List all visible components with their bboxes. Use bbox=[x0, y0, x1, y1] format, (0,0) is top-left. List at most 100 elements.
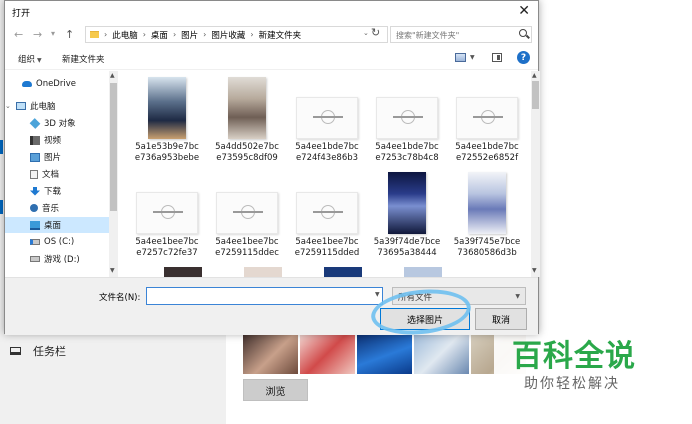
documents-icon bbox=[30, 169, 38, 179]
file-item[interactable] bbox=[225, 267, 301, 277]
sidebar-item-onedrive[interactable]: OneDrive bbox=[5, 76, 113, 92]
image-thumbnail bbox=[324, 267, 362, 277]
scrollbar-thumb[interactable] bbox=[110, 83, 117, 211]
chevron-down-icon: ▼ bbox=[37, 57, 42, 64]
file-name: 5a4ee1bde7bc e724f43e86b3 bbox=[295, 142, 359, 163]
file-item[interactable]: 5a4ee1bee7bc e7259115ddec bbox=[209, 192, 285, 259]
scroll-up-icon[interactable]: ▲ bbox=[110, 72, 115, 79]
back-arrow-icon[interactable]: ← bbox=[14, 28, 23, 41]
watermark-title: 百科全说 bbox=[512, 339, 636, 374]
file-name: 5a1e53b9e7bc e736a953bebe bbox=[134, 142, 200, 163]
file-item[interactable]: 5a1e53b9e7bc e736a953bebe bbox=[129, 77, 205, 164]
file-item[interactable]: 5a39f745e7bce 73680586d3b bbox=[449, 172, 525, 259]
cancel-button[interactable]: 取消 bbox=[475, 308, 527, 330]
file-item[interactable]: 5a4ee1bee7bc e7257c72fe37 bbox=[129, 192, 205, 259]
breadcrumb-item[interactable]: 桌面 bbox=[151, 29, 168, 41]
recent-image-thumbnail[interactable] bbox=[414, 332, 469, 374]
file-list-scrollbar[interactable]: ▲ ▼ bbox=[531, 71, 540, 277]
sidebar-item-3d-objects[interactable]: 3D 对象 bbox=[5, 115, 113, 131]
file-item[interactable]: 5a4ee1bde7bc e724f43e86b3 bbox=[289, 97, 365, 164]
desktop-icon bbox=[30, 220, 40, 230]
3d-objects-icon bbox=[29, 117, 41, 129]
file-name: 5a4ee1bde7bc e7253c78b4c8 bbox=[375, 142, 439, 163]
sidebar-item-drive-d[interactable]: 游戏 (D:) bbox=[5, 251, 113, 267]
image-thumbnail bbox=[148, 77, 186, 139]
sidebar-scrollbar[interactable]: ▲ ▼ bbox=[109, 71, 118, 277]
image-thumbnail bbox=[468, 172, 506, 234]
taskbar-icon bbox=[10, 347, 21, 355]
recent-images-row bbox=[243, 332, 526, 374]
breadcrumb-item[interactable]: 新建文件夹 bbox=[259, 29, 302, 41]
scrollbar-thumb[interactable] bbox=[532, 81, 539, 109]
browse-button[interactable]: 浏览 bbox=[243, 379, 308, 401]
view-mode-icon[interactable] bbox=[455, 53, 466, 62]
sidebar-item-this-pc[interactable]: ⌄ 此电脑 bbox=[5, 98, 113, 114]
file-item[interactable]: 5a4ee1bde7bc e72552e6852f bbox=[449, 97, 525, 164]
file-item[interactable]: 5a39f74de7bce 73695a38444 bbox=[369, 172, 445, 259]
file-item[interactable]: 5a4ee1bde7bc e7253c78b4c8 bbox=[369, 97, 445, 164]
file-item[interactable] bbox=[145, 267, 221, 277]
file-name: 5a4ee1bee7bc e7259115dded bbox=[294, 237, 360, 258]
up-arrow-icon[interactable]: ↑ bbox=[65, 28, 74, 41]
organize-menu[interactable]: 组织 ▼ bbox=[18, 53, 42, 65]
drive-icon bbox=[30, 239, 40, 245]
preview-pane-icon[interactable] bbox=[492, 53, 502, 62]
image-thumbnail bbox=[404, 267, 442, 277]
sidebar-item-downloads[interactable]: 下载 bbox=[5, 183, 113, 199]
sidebar-item-music[interactable]: 音乐 bbox=[5, 200, 113, 216]
forward-arrow-icon[interactable]: → bbox=[33, 28, 42, 41]
image-thumbnail bbox=[296, 192, 358, 234]
help-icon[interactable]: ? bbox=[517, 51, 530, 64]
chevron-down-icon: ▼ bbox=[515, 293, 520, 300]
sidebar-item-videos[interactable]: 视频 bbox=[5, 132, 113, 148]
refresh-icon[interactable]: ↻ bbox=[371, 26, 380, 39]
view-dropdown-icon[interactable]: ▼ bbox=[470, 54, 475, 61]
search-icon bbox=[519, 29, 527, 37]
file-name: 5a4ee1bee7bc e7257c72fe37 bbox=[135, 237, 199, 258]
nav-item-label: 任务栏 bbox=[33, 345, 66, 358]
recent-locations-dropdown-icon[interactable]: ▾ bbox=[51, 29, 55, 38]
recent-image-thumbnail[interactable] bbox=[357, 332, 412, 374]
file-item[interactable] bbox=[305, 267, 381, 277]
image-thumbnail bbox=[456, 97, 518, 139]
sidebar-item-drive-c[interactable]: OS (C:) bbox=[5, 234, 113, 250]
scroll-down-icon[interactable]: ▼ bbox=[532, 267, 537, 274]
navigation-pane: OneDrive ⌄ 此电脑 3D 对象 视频 图片 文档 下载 音乐 桌面 O… bbox=[5, 71, 113, 277]
close-icon[interactable]: ✕ bbox=[518, 3, 530, 19]
recent-image-thumbnail[interactable] bbox=[243, 332, 298, 374]
open-file-dialog: 打开 ✕ ← → ▾ ↑ › 此电脑 › 桌面 › 图片 › 图片收藏 › 新建… bbox=[4, 0, 540, 335]
breadcrumb-item[interactable]: 图片 bbox=[181, 29, 198, 41]
pictures-icon bbox=[30, 152, 40, 162]
image-thumbnail bbox=[376, 97, 438, 139]
image-thumbnail bbox=[228, 77, 266, 139]
onedrive-icon bbox=[22, 81, 32, 87]
image-thumbnail bbox=[164, 267, 202, 277]
breadcrumb-item[interactable]: 图片收藏 bbox=[211, 29, 245, 41]
file-item[interactable] bbox=[385, 267, 461, 277]
music-icon bbox=[30, 204, 38, 212]
new-folder-button[interactable]: 新建文件夹 bbox=[62, 53, 105, 65]
scroll-down-icon[interactable]: ▼ bbox=[110, 267, 115, 274]
sidebar-item-pictures[interactable]: 图片 bbox=[5, 149, 113, 165]
address-dropdown-icon[interactable]: ⌄ bbox=[363, 29, 369, 37]
file-item[interactable]: 5a4ee1bee7bc e7259115dded bbox=[289, 192, 365, 259]
filename-input[interactable] bbox=[146, 287, 383, 305]
chevron-down-icon[interactable]: ▼ bbox=[375, 291, 380, 298]
scroll-up-icon[interactable]: ▲ bbox=[532, 72, 537, 79]
image-thumbnail bbox=[216, 192, 278, 234]
dialog-title: 打开 bbox=[12, 9, 31, 19]
recent-image-thumbnail[interactable] bbox=[300, 332, 355, 374]
search-placeholder: 搜索"新建文件夹" bbox=[396, 31, 460, 40]
sidebar-item-documents[interactable]: 文档 bbox=[5, 166, 113, 182]
nav-item-taskbar[interactable]: 任务栏 bbox=[10, 343, 66, 359]
sidebar-item-desktop[interactable]: 桌面 bbox=[5, 217, 113, 233]
address-bar[interactable]: › 此电脑 › 桌面 › 图片 › 图片收藏 › 新建文件夹 bbox=[85, 26, 388, 43]
watermark-subtitle: 助你轻松解决 bbox=[524, 376, 620, 392]
file-name: 5a39f745e7bce 73680586d3b bbox=[453, 237, 521, 258]
file-item[interactable]: 5a4dd502e7bc e73595c8df09 bbox=[209, 77, 285, 164]
image-thumbnail bbox=[388, 172, 426, 234]
chevron-down-icon[interactable]: ⌄ bbox=[5, 102, 13, 110]
breadcrumb-item[interactable]: 此电脑 bbox=[112, 29, 138, 41]
address-row: ← → ▾ ↑ › 此电脑 › 桌面 › 图片 › 图片收藏 › 新建文件夹 ⌄… bbox=[5, 24, 538, 46]
search-input[interactable]: 搜索"新建文件夹" bbox=[390, 26, 532, 43]
